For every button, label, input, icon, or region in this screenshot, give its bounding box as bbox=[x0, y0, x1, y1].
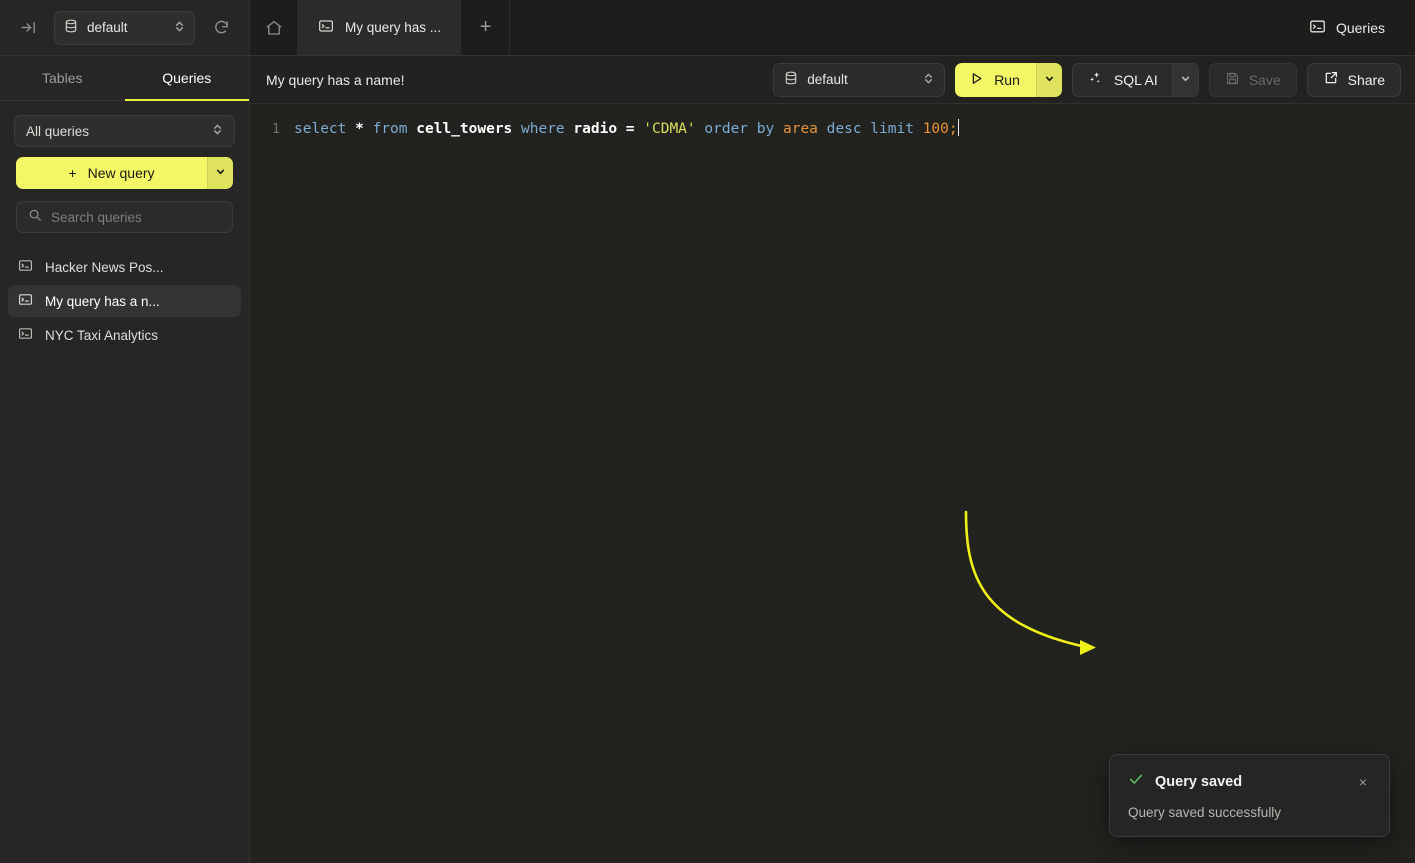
list-item-my-query[interactable]: My query has a n... bbox=[8, 285, 241, 317]
terminal-icon bbox=[318, 18, 334, 37]
new-query-dropdown-button[interactable] bbox=[207, 157, 233, 189]
editor-tab-label: My query has ... bbox=[345, 20, 441, 35]
terminal-icon bbox=[1309, 18, 1326, 38]
external-link-icon bbox=[1323, 70, 1339, 89]
plus-icon: + bbox=[68, 165, 76, 181]
chevron-updown-icon bbox=[923, 71, 934, 89]
sql-ai-button-group[interactable]: SQL AI bbox=[1072, 63, 1199, 97]
toolbar-database-value: default bbox=[807, 72, 914, 87]
tab-strip: My query has ... + bbox=[250, 0, 1279, 55]
refresh-icon[interactable] bbox=[207, 14, 235, 42]
home-tab-button[interactable] bbox=[250, 0, 298, 55]
topbar-left-section: default bbox=[0, 0, 250, 55]
collapse-sidebar-icon[interactable] bbox=[14, 14, 42, 42]
save-button[interactable]: Save bbox=[1209, 63, 1297, 97]
sql-ai-button[interactable]: SQL AI bbox=[1073, 64, 1172, 96]
list-item-label: NYC Taxi Analytics bbox=[45, 328, 158, 343]
toolbar-database-selector[interactable]: default bbox=[773, 63, 945, 97]
search-queries-input[interactable] bbox=[51, 210, 228, 225]
chevron-down-icon bbox=[1180, 71, 1191, 89]
new-query-label: New query bbox=[88, 165, 155, 181]
sidebar-tab-queries-label: Queries bbox=[162, 70, 211, 86]
play-icon bbox=[969, 71, 984, 89]
sparkles-icon bbox=[1087, 70, 1104, 90]
floppy-disk-icon bbox=[1225, 71, 1240, 89]
sql-code-text[interactable]: select * from cell_towers where radio = … bbox=[294, 118, 959, 140]
toast-title: Query saved bbox=[1155, 774, 1344, 790]
main-panel: My query has a name! default bbox=[250, 56, 1415, 863]
database-icon bbox=[64, 19, 78, 36]
share-button-label: Share bbox=[1348, 72, 1385, 88]
list-item-nyc-taxi[interactable]: NYC Taxi Analytics bbox=[8, 319, 241, 351]
search-icon bbox=[28, 208, 42, 227]
sidebar: Tables Queries All queries bbox=[0, 56, 250, 863]
sql-ai-dropdown-button[interactable] bbox=[1172, 64, 1198, 96]
new-tab-button[interactable]: + bbox=[462, 0, 510, 55]
queries-nav-button[interactable]: Queries bbox=[1301, 12, 1393, 44]
editor-toolbar: My query has a name! default bbox=[250, 56, 1415, 104]
query-name-field[interactable]: My query has a name! bbox=[266, 72, 763, 88]
editor-tab-my-query[interactable]: My query has ... bbox=[298, 0, 462, 55]
queries-nav-label: Queries bbox=[1336, 20, 1385, 36]
sql-editor[interactable]: 1 select * from cell_towers where radio … bbox=[250, 104, 1415, 863]
new-query-button-group[interactable]: + New query bbox=[16, 157, 233, 189]
search-wrapper bbox=[0, 201, 249, 251]
app-root: default bbox=[0, 0, 1415, 863]
new-query-button[interactable]: + New query bbox=[16, 157, 207, 189]
sidebar-tab-queries[interactable]: Queries bbox=[125, 56, 250, 101]
sql-ai-label: SQL AI bbox=[1114, 72, 1158, 88]
sidebar-tabs: Tables Queries bbox=[0, 56, 249, 101]
toast-notification: Query saved × Query saved successfully bbox=[1109, 754, 1390, 837]
check-icon bbox=[1128, 771, 1144, 792]
run-dropdown-button[interactable] bbox=[1036, 63, 1062, 97]
run-button[interactable]: Run bbox=[955, 63, 1036, 97]
topbar-database-selector[interactable]: default bbox=[54, 11, 195, 45]
topbar-database-value: default bbox=[87, 20, 165, 35]
chevron-updown-icon bbox=[212, 122, 223, 140]
topbar-right-section: Queries bbox=[1279, 0, 1415, 55]
toast-message: Query saved successfully bbox=[1128, 805, 1371, 820]
list-item-label: Hacker News Pos... bbox=[45, 260, 164, 275]
chevron-down-icon bbox=[215, 164, 226, 182]
new-query-wrapper: + New query bbox=[0, 157, 249, 201]
run-button-group[interactable]: Run bbox=[955, 63, 1062, 97]
plus-icon: + bbox=[480, 16, 492, 39]
annotation-arrow bbox=[250, 104, 1415, 863]
database-icon bbox=[784, 71, 798, 88]
text-cursor bbox=[958, 119, 959, 136]
run-button-label: Run bbox=[994, 72, 1020, 88]
line-number: 1 bbox=[250, 118, 294, 140]
close-icon[interactable]: × bbox=[1355, 773, 1371, 791]
terminal-icon bbox=[18, 326, 33, 344]
query-list: Hacker News Pos... My query has a n... bbox=[0, 251, 249, 863]
sidebar-tab-tables[interactable]: Tables bbox=[0, 56, 125, 101]
list-item-hacker-news[interactable]: Hacker News Pos... bbox=[8, 251, 241, 283]
search-queries-box[interactable] bbox=[16, 201, 233, 233]
query-filter-select[interactable]: All queries bbox=[14, 115, 235, 147]
terminal-icon bbox=[18, 292, 33, 310]
share-button[interactable]: Share bbox=[1307, 63, 1401, 97]
terminal-icon bbox=[18, 258, 33, 276]
chevron-updown-icon bbox=[174, 19, 185, 37]
body-area: Tables Queries All queries bbox=[0, 56, 1415, 863]
list-item-label: My query has a n... bbox=[45, 294, 160, 309]
top-bar: default bbox=[0, 0, 1415, 56]
save-button-label: Save bbox=[1249, 72, 1281, 88]
sidebar-filter-wrapper: All queries bbox=[0, 101, 249, 157]
sidebar-tab-tables-label: Tables bbox=[42, 70, 82, 86]
query-filter-value: All queries bbox=[26, 124, 212, 139]
editor-line-1: 1 select * from cell_towers where radio … bbox=[250, 104, 1415, 140]
chevron-down-icon bbox=[1044, 71, 1055, 89]
toast-header: Query saved × bbox=[1128, 771, 1371, 792]
